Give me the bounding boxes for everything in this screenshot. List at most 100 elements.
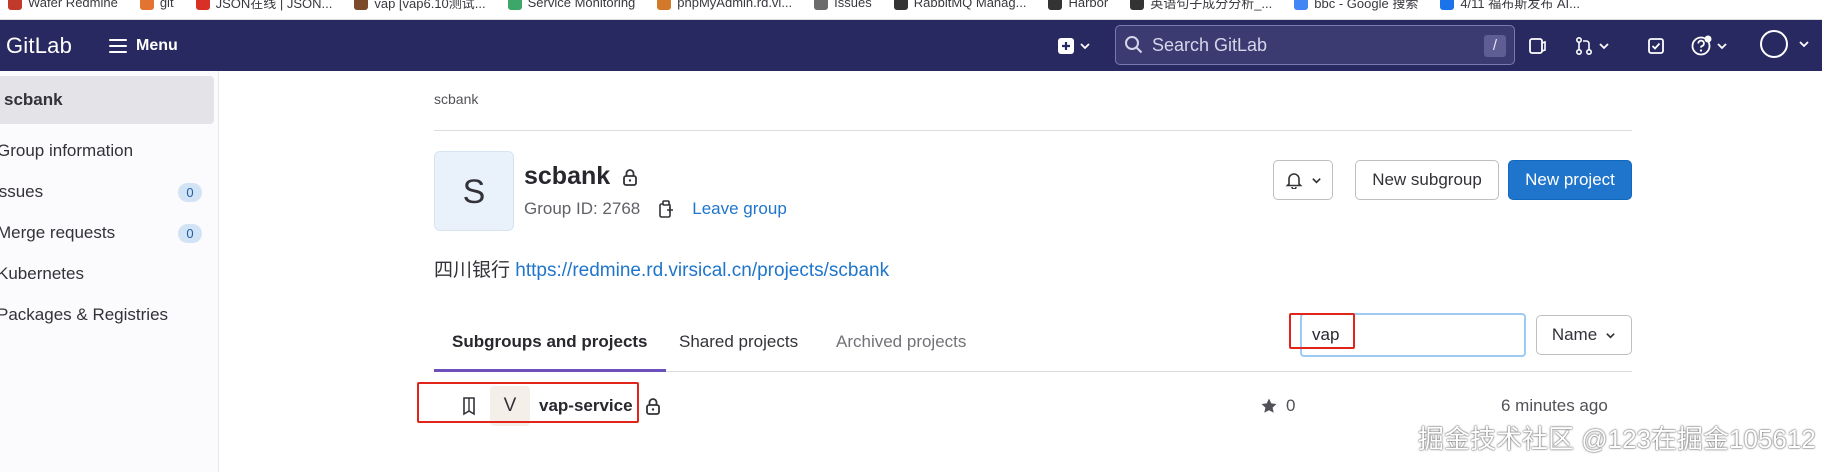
issues-count-badge: 0 <box>178 183 202 202</box>
gitlab-logo[interactable]: GitLab <box>6 20 72 71</box>
bookmark-label: 英语句子成分分析_... <box>1150 0 1273 11</box>
group-title-row: scbank <box>524 162 638 191</box>
search-placeholder: Search GitLab <box>1152 34 1268 55</box>
chevron-down-icon <box>1080 43 1090 50</box>
bookmark-item[interactable]: 4/11 福布斯发布 AI... <box>1440 0 1580 12</box>
bookmark-label: Issues <box>834 0 872 10</box>
sidebar-item-label: Packages & Registries <box>0 305 169 324</box>
bookmark-label: 4/11 福布斯发布 AI... <box>1460 0 1581 11</box>
sidebar-item-issues[interactable]: Issues 0 <box>0 172 213 212</box>
chevron-down-icon <box>1799 41 1809 48</box>
leave-group-link[interactable]: Leave group <box>692 199 787 219</box>
git-icon <box>139 0 154 10</box>
group-id-text: Group ID: 2768 <box>524 199 641 218</box>
sidebar-item-label: Group information <box>0 141 134 160</box>
hamburger-icon <box>109 39 127 53</box>
bookmarks-bar: Wafer Redmine git JSON在线 | JSON... vap [vap… <box>0 0 1822 20</box>
harbor-icon <box>1048 0 1063 10</box>
bookmark-item[interactable]: Wafer Redmine <box>8 0 118 10</box>
user-menu[interactable] <box>1760 30 1810 58</box>
english-icon <box>1130 0 1145 10</box>
group-meta-row: Group ID: 2768 Leave group <box>524 199 787 219</box>
sidebar-item-group-information[interactable]: Group information <box>0 131 216 171</box>
plus-square-icon <box>1058 38 1074 54</box>
project-stars-cell: 0 <box>1260 381 1295 431</box>
annotation-highlight-box <box>417 382 639 423</box>
bookmark-label: Service Monitoring <box>527 0 636 10</box>
help-icon <box>1691 35 1712 56</box>
todo-check-icon <box>1648 38 1664 54</box>
tab-subgroups-and-projects[interactable]: Subgroups and projects <box>434 307 666 372</box>
create-new-dropdown[interactable] <box>1057 33 1091 59</box>
new-subgroup-button[interactable]: New subgroup <box>1355 160 1499 200</box>
lock-icon <box>645 398 660 415</box>
tab-archived-projects[interactable]: Archived projects <box>836 307 966 372</box>
monitoring-icon <box>507 0 522 10</box>
group-sidebar: scbank Group information Issues 0 Merge … <box>0 71 219 472</box>
bookmark-item[interactable]: Harbor <box>1048 0 1108 10</box>
sidebar-group-title[interactable]: scbank <box>0 76 214 124</box>
help-dropdown[interactable] <box>1690 33 1728 59</box>
sidebar-item-label: Kubernetes <box>0 264 84 283</box>
phpmyadmin-icon <box>657 0 672 10</box>
bookmark-item[interactable]: Service Monitoring <box>507 0 636 10</box>
news-icon <box>1440 0 1455 10</box>
group-avatar: S <box>434 151 514 231</box>
google-icon <box>1294 0 1309 10</box>
bookmark-item[interactable]: bbc - Google 搜索 <box>1294 0 1418 12</box>
issues-icon <box>814 0 829 10</box>
bookmark-label: JSON在线 | JSON... <box>215 0 333 11</box>
bookmark-item[interactable]: git <box>139 0 174 10</box>
breadcrumb[interactable]: scbank <box>434 91 478 107</box>
search-icon <box>1125 36 1143 54</box>
chevron-down-icon <box>1606 332 1615 339</box>
bookmark-item[interactable]: Issues <box>814 0 872 10</box>
sort-label: Name <box>1551 325 1598 344</box>
search-input[interactable]: Search GitLab / <box>1115 25 1515 65</box>
page-title: scbank <box>524 162 611 190</box>
watermark-text: 掘金技术社区 @123在掘金105612 <box>1418 424 1816 454</box>
vap-icon <box>354 0 369 10</box>
issues-nav-link[interactable] <box>1527 33 1547 59</box>
star-count: 0 <box>1286 396 1296 415</box>
copy-icon[interactable] <box>658 200 674 218</box>
todos-nav-link[interactable] <box>1646 33 1666 59</box>
updated-time: 6 minutes ago <box>1501 396 1608 415</box>
sidebar-item-label: Issues <box>0 182 44 201</box>
bookmark-label: git <box>159 0 174 10</box>
bookmark-item[interactable]: RabbitMQ Manag... <box>893 0 1026 10</box>
chevron-down-icon <box>1717 43 1727 50</box>
new-project-button[interactable]: New project <box>1508 160 1632 200</box>
sidebar-item-packages-registries[interactable]: Packages & Registries <box>0 295 216 335</box>
bookmark-label: Wafer Redmine <box>28 0 118 10</box>
sort-dropdown[interactable]: Name <box>1536 315 1632 355</box>
sidebar-item-kubernetes[interactable]: Kubernetes <box>0 254 216 294</box>
chevron-down-icon <box>1311 177 1321 184</box>
issues-icon <box>1529 38 1546 54</box>
sidebar-item-label: Merge requests <box>0 223 116 242</box>
rabbitmq-icon <box>893 0 908 10</box>
merge-request-icon <box>1575 36 1593 56</box>
top-navbar: GitLab Menu Search GitLab / <box>0 20 1822 71</box>
merge-requests-nav-link[interactable] <box>1574 33 1610 59</box>
menu-label: Menu <box>136 37 178 54</box>
avatar <box>1760 30 1788 58</box>
description-link[interactable]: https://redmine.rd.virsical.cn/projects/… <box>515 260 889 281</box>
bookmark-item[interactable]: JSON在线 | JSON... <box>195 0 333 12</box>
json-icon <box>195 0 210 10</box>
bookmark-label: vap [vap6.10测试... <box>374 0 486 11</box>
star-icon <box>1261 398 1277 413</box>
tab-shared-projects[interactable]: Shared projects <box>679 307 798 372</box>
search-shortcut-key: / <box>1484 35 1506 57</box>
merge-requests-count-badge: 0 <box>178 224 202 243</box>
notification-settings-dropdown[interactable] <box>1273 160 1333 200</box>
menu-button[interactable]: Menu <box>103 31 184 61</box>
bookmark-item[interactable]: 英语句子成分分析_... <box>1130 0 1272 12</box>
bookmark-item[interactable]: phpMyAdmin.rd.vi... <box>657 0 792 10</box>
bookmark-label: bbc - Google 搜索 <box>1314 0 1419 11</box>
lock-icon <box>623 168 638 186</box>
sidebar-item-merge-requests[interactable]: Merge requests 0 <box>0 213 216 253</box>
group-description: 四川银行 https://redmine.rd.virsical.cn/proj… <box>434 255 889 282</box>
redmine-icon <box>8 0 22 10</box>
bookmark-item[interactable]: vap [vap6.10测试... <box>354 0 486 12</box>
